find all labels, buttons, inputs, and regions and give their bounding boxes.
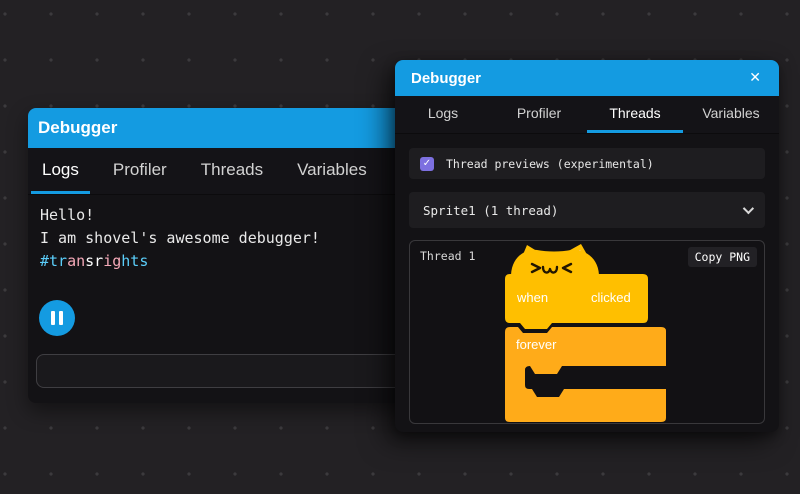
thread-blocks-preview: when clicked forever <box>503 243 675 424</box>
pause-icon <box>59 311 63 325</box>
threads-panel: ✓ Thread previews (experimental) Sprite1… <box>395 134 779 432</box>
thread-preview-box: Thread 1 Copy PNG <box>409 240 765 424</box>
titlebar-front[interactable]: Debugger ✕ <box>395 60 779 96</box>
tab-logs[interactable]: Logs <box>31 148 90 194</box>
hashtag-segment: hts <box>121 252 148 270</box>
hat-block-text-after: clicked <box>591 290 631 305</box>
tab-variables[interactable]: Variables <box>286 148 378 194</box>
checkbox-label: Thread previews (experimental) <box>446 157 654 171</box>
tab-profiler[interactable]: Profiler <box>102 148 178 194</box>
hat-block-text-before: when <box>516 290 548 305</box>
tab-threads[interactable]: Threads <box>190 148 274 194</box>
hashtag-segment: #tr <box>40 252 67 270</box>
pause-button[interactable] <box>39 300 75 336</box>
sprite-dropdown-value: Sprite1 (1 thread) <box>423 203 558 218</box>
tab-bar-front: Logs Profiler Threads Variables <box>395 96 779 134</box>
close-icon[interactable]: ✕ <box>745 67 765 89</box>
hashtag-segment: ig <box>103 252 121 270</box>
thread-previews-toggle[interactable]: ✓ Thread previews (experimental) <box>409 148 765 179</box>
pause-icon <box>51 311 55 325</box>
tab-threads[interactable]: Threads <box>587 96 683 133</box>
sprite-dropdown[interactable]: Sprite1 (1 thread) <box>409 192 765 228</box>
hashtag-segment: sr <box>85 252 103 270</box>
chevron-down-icon <box>743 203 754 214</box>
tab-profiler[interactable]: Profiler <box>491 96 587 133</box>
window-title: Debugger <box>38 118 117 138</box>
forever-block-text: forever <box>516 337 557 352</box>
debugger-window-front: Debugger ✕ Logs Profiler Threads Variabl… <box>395 60 779 432</box>
thread-label: Thread 1 <box>420 249 475 263</box>
window-title: Debugger <box>411 70 481 87</box>
tab-variables[interactable]: Variables <box>683 96 779 133</box>
checkbox-checked-icon[interactable]: ✓ <box>420 157 434 171</box>
tab-logs[interactable]: Logs <box>395 96 491 133</box>
copy-png-button[interactable]: Copy PNG <box>688 247 757 267</box>
hashtag-segment: an <box>67 252 85 270</box>
